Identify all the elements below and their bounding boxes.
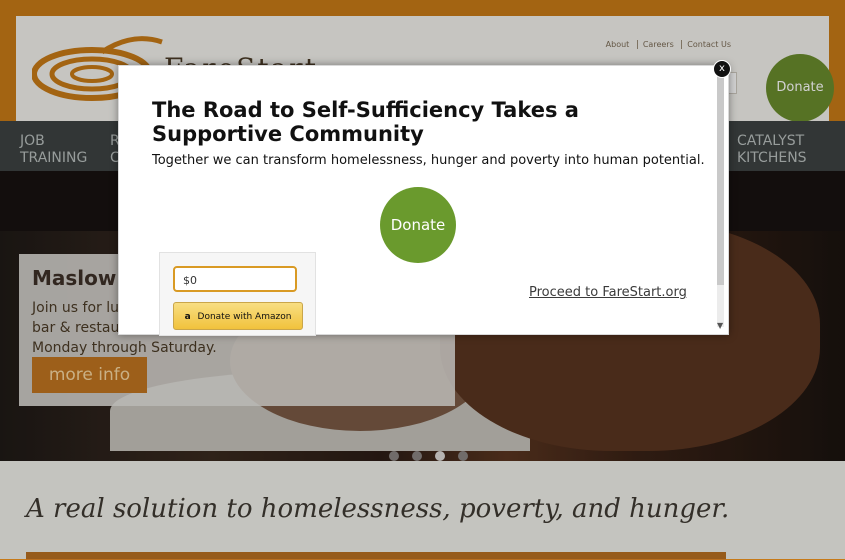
modal-scrollbar[interactable] xyxy=(717,75,724,327)
amazon-icon: a xyxy=(184,312,191,322)
scroll-thumb[interactable] xyxy=(717,75,724,285)
donation-amount-input[interactable]: $0 xyxy=(173,266,297,292)
modal-subtitle: Together we can transform homelessness, … xyxy=(152,153,705,168)
donate-modal: The Road to Self-Sufficiency Takes a Sup… xyxy=(118,65,729,336)
donate-with-amazon-button[interactable]: a Donate with Amazon xyxy=(173,302,303,330)
amazon-donate-widget: $0 a Donate with Amazon xyxy=(159,252,316,336)
modal-donate-button[interactable]: Donate xyxy=(380,187,456,263)
scroll-down-icon[interactable]: ▼ xyxy=(717,321,723,330)
modal-title: The Road to Self-Sufficiency Takes a Sup… xyxy=(152,98,579,146)
proceed-to-site-link[interactable]: Proceed to FareStart.org xyxy=(529,285,687,300)
amazon-button-label: Donate with Amazon xyxy=(197,312,292,322)
modal-close-button[interactable]: x xyxy=(713,60,731,78)
